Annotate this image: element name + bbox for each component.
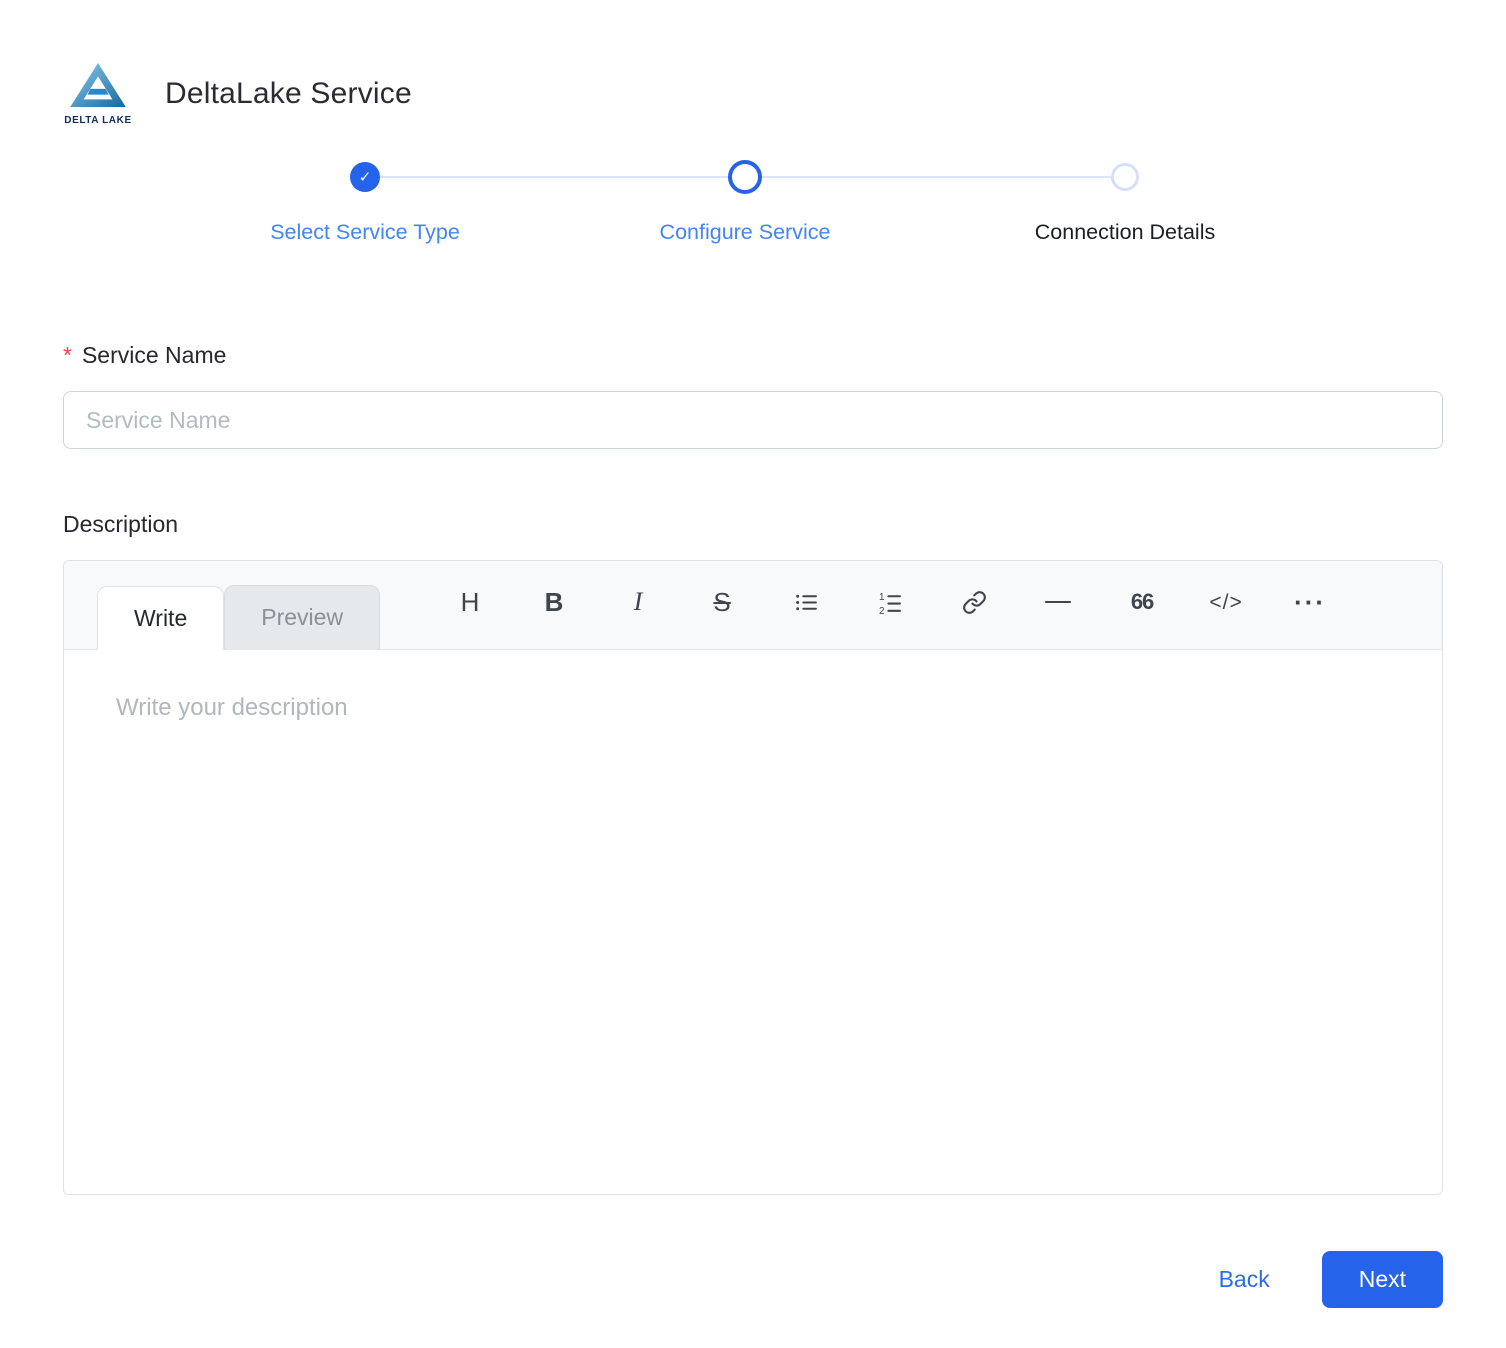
- editor-body: [64, 650, 1442, 1194]
- delta-lake-icon: [69, 62, 127, 113]
- logo-text: DELTA LAKE: [64, 115, 131, 126]
- step-label: Select Service Type: [270, 220, 460, 245]
- required-marker: *: [63, 342, 72, 368]
- step-connection-details[interactable]: Connection Details: [935, 160, 1315, 245]
- page-title: DeltaLake Service: [165, 77, 412, 111]
- bold-icon[interactable]: B: [530, 578, 578, 626]
- quote-icon[interactable]: 66: [1118, 578, 1166, 626]
- service-name-label-text: Service Name: [82, 342, 226, 368]
- tab-preview[interactable]: Preview: [224, 585, 380, 649]
- editor-tabs: Write Preview: [97, 561, 380, 649]
- step-label: Configure Service: [660, 220, 831, 245]
- step-select-service-type[interactable]: ✓ Select Service Type: [175, 160, 555, 245]
- check-icon: ✓: [359, 170, 372, 185]
- toolbar-icons: HBIS1266</>···: [446, 561, 1334, 649]
- svg-text:2: 2: [879, 605, 885, 614]
- back-button[interactable]: Back: [1219, 1266, 1270, 1293]
- svg-text:1: 1: [879, 591, 885, 602]
- next-button[interactable]: Next: [1322, 1251, 1443, 1308]
- code-icon[interactable]: </>: [1202, 578, 1250, 626]
- more-icon[interactable]: ···: [1286, 578, 1334, 626]
- step-circle-active: [728, 160, 762, 194]
- unordered-list-icon[interactable]: [782, 578, 830, 626]
- step-label: Connection Details: [1035, 220, 1215, 245]
- horizontal-rule-icon[interactable]: [1034, 578, 1082, 626]
- step-configure-service[interactable]: Configure Service: [555, 160, 935, 245]
- ordered-list-icon[interactable]: 12: [866, 578, 914, 626]
- tab-write[interactable]: Write: [97, 586, 224, 650]
- editor-toolbar: Write Preview HBIS1266</>···: [64, 561, 1442, 650]
- description-label: Description: [63, 511, 1443, 538]
- header: DELTA LAKE DeltaLake Service: [63, 62, 1443, 126]
- step-circle-pending: [1111, 163, 1139, 191]
- service-name-input[interactable]: [63, 391, 1443, 449]
- strikethrough-icon[interactable]: S: [698, 578, 746, 626]
- stepper: ✓ Select Service Type Configure Service …: [63, 160, 1443, 280]
- footer: Back Next: [63, 1251, 1443, 1308]
- deltalake-logo: DELTA LAKE: [63, 62, 133, 126]
- description-editor: Write Preview HBIS1266</>···: [63, 560, 1443, 1195]
- service-name-label: * Service Name: [63, 342, 1443, 369]
- italic-icon[interactable]: I: [614, 578, 662, 626]
- heading-icon[interactable]: H: [446, 578, 494, 626]
- link-icon[interactable]: [950, 578, 998, 626]
- step-circle-completed: ✓: [350, 162, 380, 192]
- description-textarea[interactable]: [64, 650, 1442, 1194]
